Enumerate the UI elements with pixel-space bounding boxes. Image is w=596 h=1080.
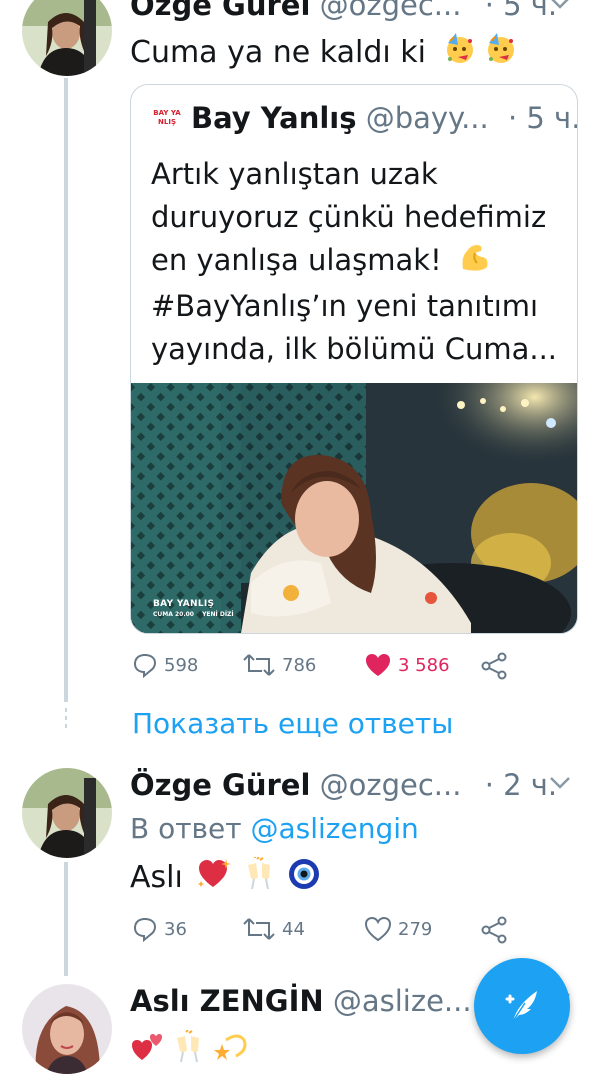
reply-icon [133,653,157,678]
tweet-text-content: Cuma ya ne kaldı ki [130,35,426,70]
like-button[interactable]: 3 586 [364,652,450,678]
compose-feather-icon [505,991,537,1022]
retweet-button[interactable]: 44 [242,916,305,942]
chevron-down-icon[interactable] [548,0,572,16]
reply-button[interactable]: 36 [132,916,187,942]
compose-tweet-button[interactable] [474,958,570,1054]
video-overlay-time: CUMA 20.00 [153,611,194,618]
heart-filled-icon [366,654,390,676]
tweet-header: Aslı ZENGİN @aslize... [130,984,472,1018]
partying-face-icon [444,33,476,74]
handle: @ozgec... [319,768,462,802]
timestamp: · 2 ч. [484,768,558,802]
reply-prefix: В ответ [130,812,242,845]
like-count: 3 586 [398,654,450,676]
share-icon [481,916,507,944]
sparkling-heart-icon [196,857,232,900]
retweet-icon [243,654,275,676]
retweet-button[interactable]: 786 [242,652,316,678]
display-name[interactable]: Özge Gürel [130,768,310,802]
quoted-text-line-with-emoji: en yanlışa ulaşmak! [151,239,571,285]
dizzy-star-icon [212,1030,248,1068]
quoted-text-line: en yanlışa ulaşmak! [151,243,442,277]
tweet-text-content: Aslı [130,860,183,895]
tweet-text: Aslı [130,856,321,900]
thread-dot [65,724,67,728]
heart-outline-icon [364,916,392,942]
quoted-text-line: yayında, ilk bölümü Cuma... [151,332,558,366]
quoted-text-line: duruyoruz çünkü hedefimiz [151,200,547,234]
video-thumbnail[interactable]: BAY YANLIŞ CUMA 20.00 YENİ DİZİ [131,383,577,633]
quoted-logo-text: BAY YANLIŞ [153,109,181,126]
reply-icon [133,917,157,942]
tweet-text [130,1029,248,1068]
reply-button[interactable]: 598 [132,652,198,678]
share-icon [481,652,507,680]
reply-count: 36 [164,918,187,940]
display-name[interactable]: Özge Gürel [130,0,310,22]
quoted-timestamp: · 5 ч. [507,101,578,135]
quoted-text-line: Artık yanlıştan uzak [151,157,438,191]
quoted-avatar: BAY YANLIŞ [151,109,183,131]
thread-line [64,78,68,702]
chevron-down-icon[interactable] [548,774,572,796]
quoted-text-line: #BayYanlış’ın yeni tanıtımı [151,289,539,323]
timestamp: · 5 ч. [484,0,558,22]
quoted-text: Artık yanlıştan uzak duruyoruz çünkü hed… [151,153,571,371]
share-button[interactable] [480,652,508,680]
handle: @ozgec... [319,0,462,22]
like-count: 279 [398,918,433,940]
thread-dot [65,708,67,712]
clinking-glasses-icon [242,856,278,900]
share-button[interactable] [480,916,508,944]
nazar-amulet-icon [287,857,321,900]
thread-line [64,862,68,976]
flexed-biceps-icon [457,239,491,285]
tweet-text: Cuma ya ne kaldı ki [130,33,517,74]
quoted-tweet[interactable]: BAY YANLIŞ Bay Yanlış @bayy... · 5 ч. Ar… [130,84,578,634]
avatar-ozge-gurel[interactable] [22,0,112,76]
tweet-actions: 598 786 3 586 [130,652,570,682]
handle: @aslize... [332,984,472,1018]
video-overlay-title: BAY YANLIŞ [153,599,215,609]
clinking-glasses-icon [171,1029,207,1068]
video-overlay-subtitle: CUMA 20.00 YENİ DİZİ [153,611,234,618]
tweet-actions: 36 44 279 [130,916,570,946]
show-more-replies-link[interactable]: Показать еще ответы [132,707,453,740]
avatar-ozge-gurel[interactable] [22,768,112,858]
avatar-asli-zengin[interactable] [22,984,112,1074]
display-name[interactable]: Aslı ZENGİN [130,984,324,1018]
like-button[interactable]: 279 [364,916,432,942]
tweet-header: Özge Gürel @ozgec... · 2 ч. [130,768,557,802]
retweet-icon [243,918,275,940]
reply-to-mention[interactable]: @aslizengin [251,812,419,845]
tweet-header: Özge Gürel @ozgec... · 5 ч. [130,0,557,22]
retweet-count: 786 [282,654,317,676]
reply-context: В ответ @aslizengin [130,812,419,845]
quoted-display-name: Bay Yanlış [191,101,357,135]
video-overlay: BAY YANLIŞ CUMA 20.00 YENİ DİZİ [153,599,234,618]
retweet-count: 44 [282,918,305,940]
partying-face-icon [485,33,517,74]
quoted-handle: @bayy... [365,101,489,135]
quoted-header: Bay Yanlış @bayy... · 5 ч. [191,101,578,135]
thread-dot [65,716,67,720]
video-overlay-tag: YENİ DİZİ [202,611,234,618]
two-hearts-icon [130,1030,166,1068]
reply-count: 598 [164,654,199,676]
